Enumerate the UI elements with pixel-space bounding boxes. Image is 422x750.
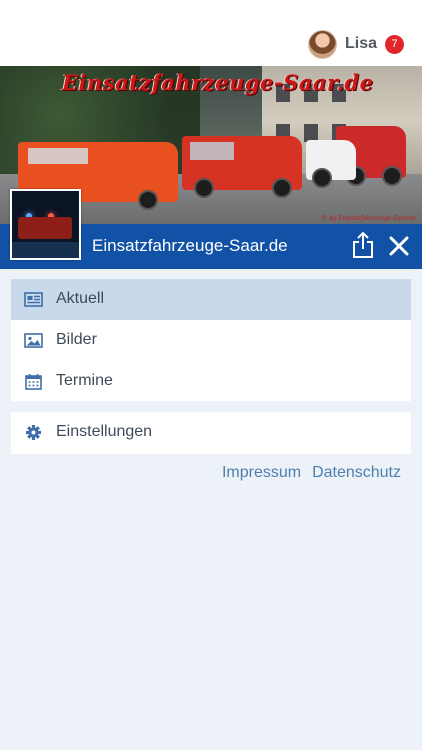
share-icon [353,231,373,258]
close-button[interactable] [386,233,412,259]
banner-title: Einsatzfahrzeuge-Saar.de [62,70,374,95]
banner-vehicle [182,136,302,198]
user-profile[interactable]: Lisa 7 [307,29,404,59]
share-button[interactable] [350,230,376,260]
menu-item-bilder[interactable]: Bilder [11,320,411,361]
menu-item-termine[interactable]: Termine [11,361,411,402]
menu-item-label: Einstellungen [56,423,153,440]
site-logo-thumbnail [10,189,81,260]
settings-menu: Einstellungen [11,412,411,454]
site-name: Einsatzfahrzeuge-Saar.de [92,236,288,255]
close-icon [389,236,409,256]
thumbnail-water [12,242,79,258]
image-icon [24,333,43,348]
thumbnail-vehicle [18,217,72,239]
impressum-link[interactable]: Impressum [222,464,301,482]
menu-item-label: Termine [56,372,113,389]
top-bar: Lisa 7 [0,0,422,66]
menu-item-einstellungen[interactable]: Einstellungen [11,412,411,453]
banner-copyright: © by Einsatzfahrzeuge-Saar.de [321,215,416,222]
calendar-icon [25,374,42,390]
menu-item-label: Bilder [56,331,97,348]
gear-icon [26,425,41,440]
banner-vehicle [306,140,356,188]
datenschutz-link[interactable]: Datenschutz [312,464,401,482]
menu-item-aktuell[interactable]: Aktuell [11,279,411,320]
username[interactable]: Lisa [345,35,377,53]
main-menu: Aktuell Bilder Termine [11,279,411,401]
footer-links: Impressum Datenschutz [222,464,401,482]
notification-badge[interactable]: 7 [385,34,404,54]
menu-item-label: Aktuell [56,290,105,307]
avatar[interactable] [307,29,337,59]
news-icon [24,292,43,307]
